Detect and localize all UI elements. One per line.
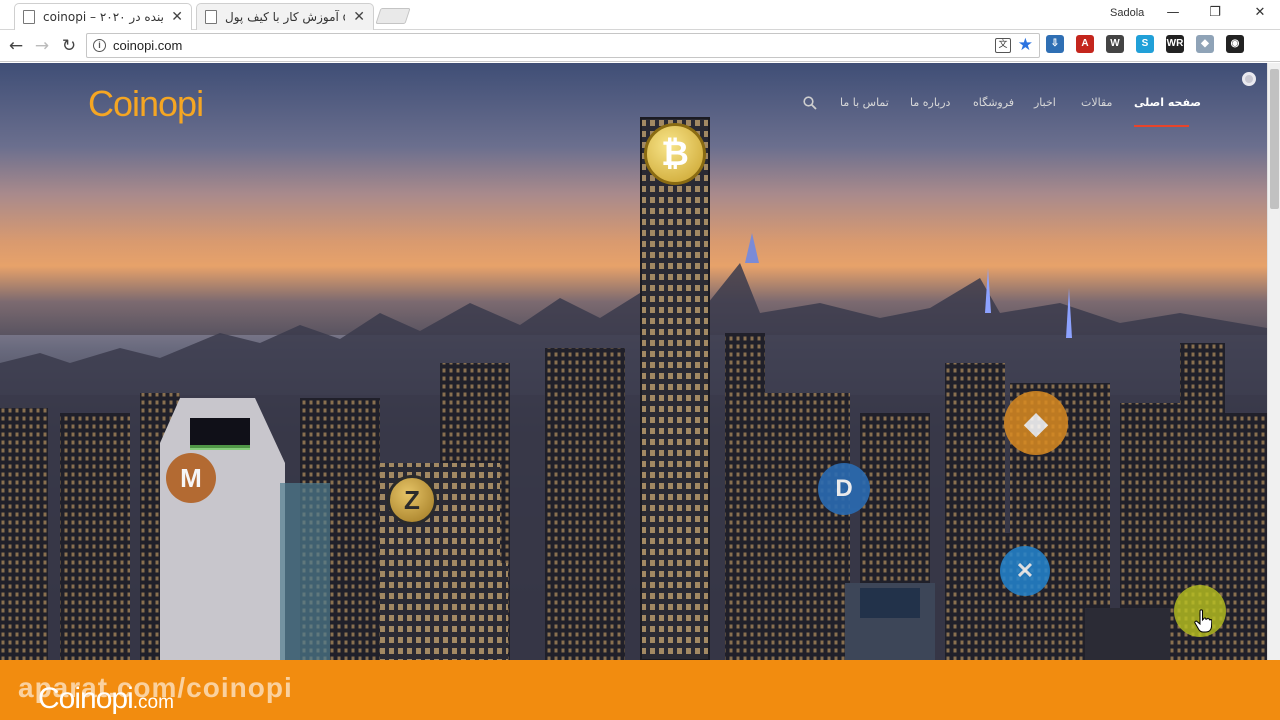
ghost-ext-icon[interactable]: ◉: [1226, 35, 1244, 53]
tab-title: آموزش کار با کیف پول opi: [225, 10, 345, 24]
nav-articles[interactable]: مقالات: [1081, 96, 1112, 109]
new-tab-button[interactable]: [375, 8, 411, 24]
forward-button[interactable]: →: [32, 36, 52, 56]
wordpress-ext-icon[interactable]: W: [1106, 35, 1124, 53]
settings-toggle-icon[interactable]: [1242, 72, 1256, 86]
site-logo[interactable]: Coinopi: [88, 83, 204, 125]
url-text[interactable]: coinopi.com: [113, 38, 182, 53]
profile-name[interactable]: Sadola: [1110, 7, 1144, 19]
banner-logo-text: Coinopi: [38, 682, 134, 715]
scrollbar-thumb[interactable]: [1270, 69, 1279, 209]
translate-icon[interactable]: 文: [995, 38, 1011, 53]
tab-coinopi[interactable]: coinopi – آینده در ۲۰۲۰ ✕: [14, 3, 192, 30]
download-ext-icon[interactable]: ⇩: [1046, 35, 1064, 53]
hero-section: Coinopi صفحه اصلی مقالات اخبار فروشگاه د…: [0, 63, 1267, 660]
banner-logo-suffix: .com: [132, 692, 174, 713]
page-icon: [205, 10, 217, 24]
back-button[interactable]: ←: [6, 36, 26, 56]
nav-news[interactable]: اخبار: [1034, 96, 1056, 109]
nav-about[interactable]: درباره ما: [910, 96, 950, 109]
tab-wallet-tutorial[interactable]: آموزش کار با کیف پول opi ✕: [196, 3, 374, 30]
close-tab-icon[interactable]: ✕: [353, 9, 365, 25]
search-icon[interactable]: [803, 96, 817, 110]
tab-strip: coinopi – آینده در ۲۰۲۰ ✕ آموزش کار با ک…: [0, 0, 1280, 30]
stylish-ext-icon[interactable]: S: [1136, 35, 1154, 53]
nav-contact[interactable]: تماس با ما: [840, 96, 889, 109]
tab-title: coinopi – آینده در ۲۰۲۰: [43, 10, 164, 24]
watermark-banner: aparat.com/coinopi Coinopi.com: [0, 660, 1280, 720]
ripple-icon: ✕: [1000, 546, 1050, 596]
close-tab-icon[interactable]: ✕: [171, 9, 183, 25]
dash-icon: D: [818, 463, 870, 515]
monero-icon: M: [166, 453, 216, 503]
nav-home[interactable]: صفحه اصلی: [1134, 96, 1201, 109]
banner-logo: Coinopi.com: [38, 682, 174, 716]
address-bar[interactable]: i coinopi.com 文 ★: [86, 33, 1040, 58]
nav-shop[interactable]: فروشگاه: [973, 96, 1014, 109]
minimize-button[interactable]: —: [1163, 4, 1183, 22]
active-nav-underline: [1134, 125, 1189, 127]
hand-cursor-icon: [1194, 609, 1212, 633]
cloud-ext-icon[interactable]: ◆: [1196, 35, 1214, 53]
wr-ext-icon[interactable]: WR: [1166, 35, 1184, 53]
bitcoin-icon: ₿: [644, 123, 706, 185]
page-icon: [23, 10, 35, 24]
pdf-ext-icon[interactable]: A: [1076, 35, 1094, 53]
restore-button[interactable]: ❐: [1205, 4, 1225, 22]
ethereum-icon: ◆: [1004, 391, 1068, 455]
reload-button[interactable]: ↻: [59, 36, 79, 56]
city-skyline-image: [0, 117, 1267, 660]
zcash-icon: Z: [387, 475, 437, 525]
close-window-button[interactable]: ✕: [1250, 4, 1270, 22]
page-scrollbar[interactable]: [1267, 63, 1280, 660]
site-info-icon[interactable]: i: [93, 39, 106, 52]
bookmark-star-icon[interactable]: ★: [1018, 35, 1033, 55]
